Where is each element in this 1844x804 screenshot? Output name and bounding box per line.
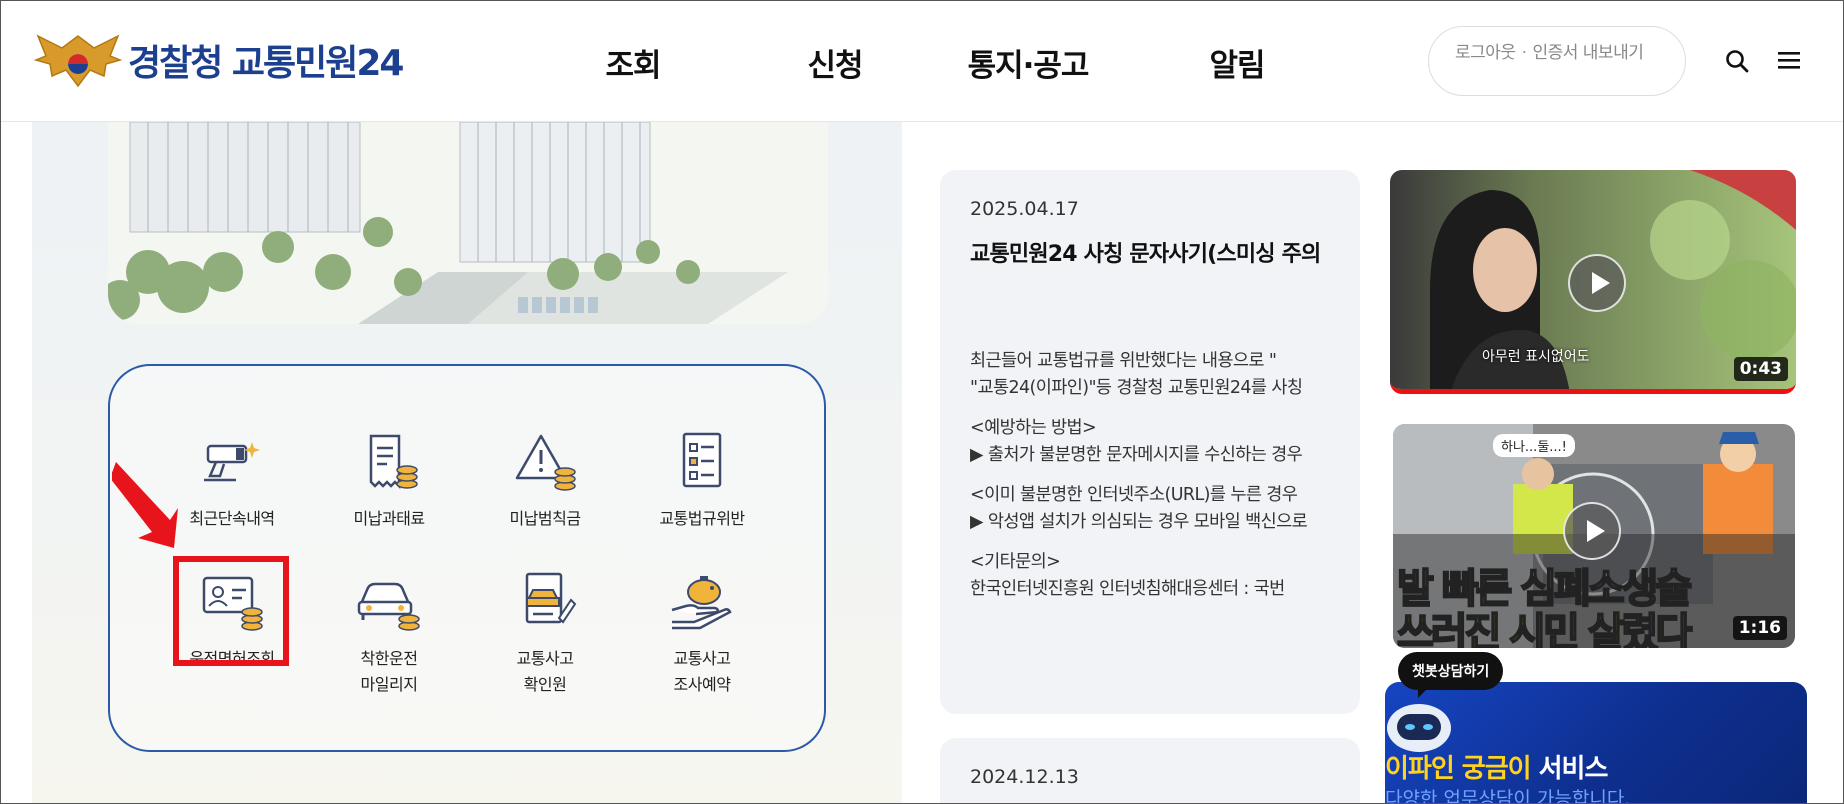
site-logo[interactable]: 경찰청 교통민원24 (32, 30, 404, 90)
site-header: 경찰청 교통민원24 조회 신청 통지·공고 알림 로그아웃 · 인증서 내보내기 (0, 0, 1844, 122)
hand-piggybank-icon (671, 576, 732, 630)
traffic-camera-icon (204, 442, 260, 482)
site-title: 경찰청 교통민원24 (128, 43, 404, 84)
license-inquiry-highlight-box (173, 556, 289, 666)
warning-coins-icon (515, 434, 576, 491)
service-label: 교통사고 조사예약 (673, 649, 731, 694)
promo-video-thumbnail[interactable]: 아무런 표시없어도 0:43 (1390, 170, 1796, 394)
service-accident-certificate[interactable]: 교통사고 확인원 (470, 570, 620, 698)
video-duration: 1:16 (1732, 616, 1787, 640)
accident-document-icon (525, 572, 577, 624)
play-button-icon[interactable] (1568, 254, 1626, 312)
service-unpaid-penalty[interactable]: 미납범칙금 (470, 430, 620, 532)
video-speech-bubble: 하나...둘...! (1493, 434, 1575, 457)
headquarters-illustration (108, 122, 828, 324)
receipt-coins-icon (369, 434, 418, 490)
notice-card[interactable]: 2025.04.17 교통민원24 사칭 문자사기(스미싱 주의 최근들어 교통… (940, 170, 1360, 714)
chatbot-banner[interactable]: 이파인 궁금이 서비스 다양한 업무상담이 가능합니다. (1385, 682, 1807, 804)
notice-date: 2025.04.17 (970, 198, 1079, 220)
nav-apply[interactable]: 신청 (790, 40, 880, 85)
video-headline-highlight: 쓰러진 시민 살렸다 (1396, 609, 1693, 648)
separator-dot: · (1521, 43, 1527, 63)
nav-alerts[interactable]: 알림 (1192, 40, 1282, 85)
promo-video-thumbnail[interactable]: 하나...둘...! 발 빠른 심폐소생술 쓰러진 시민 살렸다 1:16 (1393, 424, 1795, 648)
notice-card[interactable]: 2024.12.13 (940, 738, 1360, 804)
chatbot-title: 이파인 궁금이 서비스 (1385, 754, 1608, 784)
chatbot-subtitle: 다양한 업무상담이 가능합니다. (1385, 788, 1631, 804)
service-label: 교통법규위반 (659, 509, 745, 528)
logout-link[interactable]: 로그아웃 (1455, 43, 1516, 63)
building-illustration-icon (108, 122, 828, 324)
service-accident-reservation[interactable]: 교통사고 조사예약 (627, 570, 777, 698)
service-label: 교통사고 확인원 (516, 649, 574, 694)
service-safe-driving-mileage[interactable]: 착한운전 마일리지 (314, 570, 464, 698)
hamburger-menu-icon[interactable] (1778, 50, 1800, 70)
notice-body: 최근들어 교통법규를 위반했다는 내용으로 " "교통24(이파인)"등 경찰청… (970, 351, 1308, 599)
service-unpaid-fine[interactable]: 미납과태료 (314, 430, 464, 532)
car-coins-icon (357, 582, 420, 631)
notice-date: 2024.12.13 (970, 766, 1079, 788)
checklist-icon (682, 432, 722, 488)
service-label: 착한운전 마일리지 (360, 649, 418, 694)
play-button-icon[interactable] (1563, 502, 1621, 560)
nav-inquiry[interactable]: 조회 (588, 40, 678, 85)
service-label: 미납범칙금 (509, 509, 581, 528)
util-links: 로그아웃 · 인증서 내보내기 (1428, 26, 1686, 96)
video-duration: 0:43 (1733, 357, 1788, 381)
chatbot-robot-icon (1387, 704, 1451, 752)
police-emblem-icon (33, 34, 123, 88)
service-traffic-violation[interactable]: 교통법규위반 (627, 430, 777, 532)
nav-notice[interactable]: 통지·공고 (958, 40, 1098, 85)
cert-export-link[interactable]: 인증서 내보내기 (1532, 43, 1643, 63)
notice-title: 교통민원24 사칭 문자사기(스미싱 주의 (970, 242, 1321, 267)
red-arrow-icon (112, 462, 178, 548)
video-caption: 아무런 표시없어도 (1482, 349, 1590, 365)
search-icon[interactable] (1724, 48, 1750, 74)
service-label: 미납과태료 (353, 509, 425, 528)
chatbot-tooltip[interactable]: 챗봇상담하기 (1398, 652, 1504, 698)
